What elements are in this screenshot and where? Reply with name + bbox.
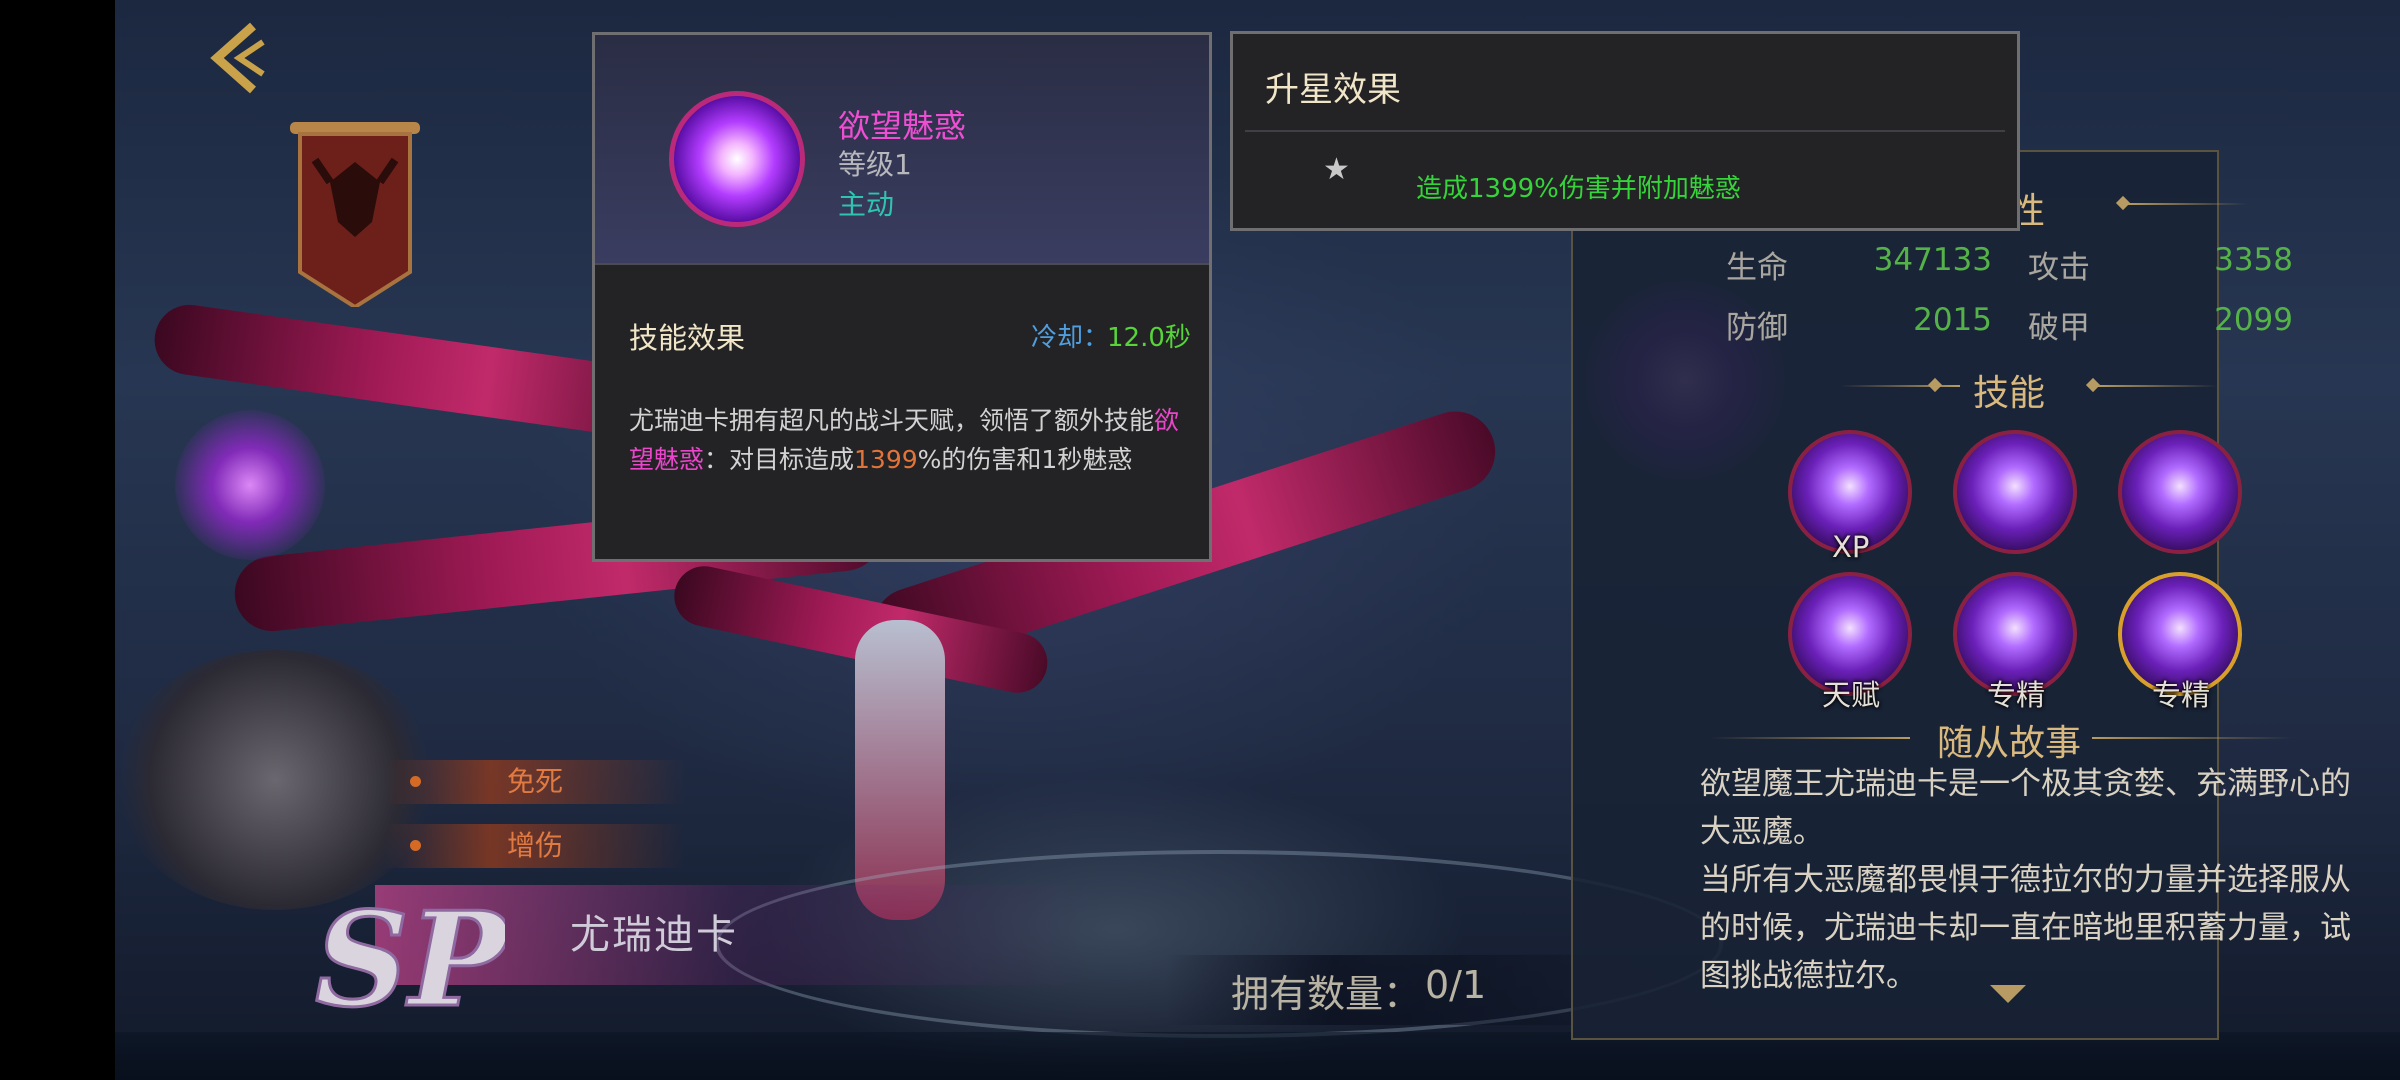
desire-charm-skill-icon — [669, 91, 805, 227]
star-up-title: 升星效果 — [1265, 70, 1401, 110]
skill-3-icon[interactable] — [2118, 430, 2242, 554]
star-up-effect-text: 造成1399%伤害并附加魅惑 — [1416, 174, 1741, 204]
skill-type: 主动 — [838, 188, 895, 221]
hero-name: 尤瑞迪卡 — [570, 912, 738, 958]
skill-popup-header: 欲望魅惑 等级1 主动 — [595, 35, 1209, 265]
story-text: 欲望魔王尤瑞迪卡是一个极其贪婪、充满野心的大恶魔。 当所有大恶魔都畏惧于德拉尔的… — [1700, 760, 2360, 1000]
stat-value-hp: 347133 — [1873, 242, 1992, 278]
skill-tag-talent: 天赋 — [1822, 678, 1881, 712]
status-tag-immortal: 免死 — [385, 760, 685, 804]
stat-label-defense: 防御 — [1726, 310, 1788, 346]
skills-title: 技能 — [1973, 373, 2046, 414]
star-icon: ★ — [1323, 152, 1350, 187]
owned-count-label: 拥有数量： — [1231, 972, 1422, 1016]
svg-text:SP: SP — [315, 883, 505, 1030]
skill-tag-mastery-2: 专精 — [2152, 678, 2211, 712]
skill-level: 等级1 — [838, 148, 912, 181]
stat-value-armor-break: 2099 — [2214, 302, 2293, 338]
sp-rarity-badge: SP — [314, 882, 506, 1031]
stat-label-attack: 攻击 — [2028, 250, 2090, 286]
star-up-popup: 升星效果 ★ 造成1399%伤害并附加魅惑 — [1230, 31, 2020, 231]
skill-desc-value-highlight: 1399 — [854, 445, 918, 474]
skill-detail-popup: 欲望魅惑 等级1 主动 技能效果 冷却： 12.0秒 尤瑞迪卡拥有超凡的战斗天赋… — [592, 32, 1212, 562]
divider — [1245, 130, 2005, 132]
skill-name: 欲望魅惑 — [838, 107, 967, 145]
skill-tag-xp: XP — [1832, 530, 1870, 564]
owned-count-value: 0/1 — [1425, 963, 1487, 1007]
cooldown-value: 12.0秒 — [1107, 323, 1191, 353]
skill-description: 尤瑞迪卡拥有超凡的战斗天赋，领悟了额外技能欲望魅惑：对目标造成1399%的伤害和… — [629, 406, 1180, 474]
faction-banner-icon — [290, 122, 420, 307]
stat-label-armor-break: 破甲 — [2028, 310, 2090, 346]
story-title: 随从故事 — [1937, 723, 2082, 764]
story-paragraph-1: 欲望魔王尤瑞迪卡是一个极其贪婪、充满野心的大恶魔。 — [1700, 766, 2351, 850]
stat-label-hp: 生命 — [1726, 250, 1788, 286]
stat-value-defense: 2015 — [1913, 302, 1992, 338]
skill-tag-mastery-1: 专精 — [1987, 678, 2046, 712]
cooldown-label: 冷却： — [1031, 323, 1110, 353]
story-paragraph-2: 当所有大恶魔都畏惧于德拉尔的力量并选择服从的时候，尤瑞迪卡却一直在暗地里积蓄力量… — [1700, 862, 2351, 994]
chevron-down-icon[interactable] — [1990, 985, 2026, 1003]
status-tag-damage-up: 增伤 — [385, 824, 685, 868]
skill-2-icon[interactable] — [1953, 430, 2077, 554]
back-arrow-icon[interactable] — [195, 18, 275, 98]
skill-effect-title: 技能效果 — [629, 321, 746, 355]
stat-value-attack: 3358 — [2214, 242, 2293, 278]
